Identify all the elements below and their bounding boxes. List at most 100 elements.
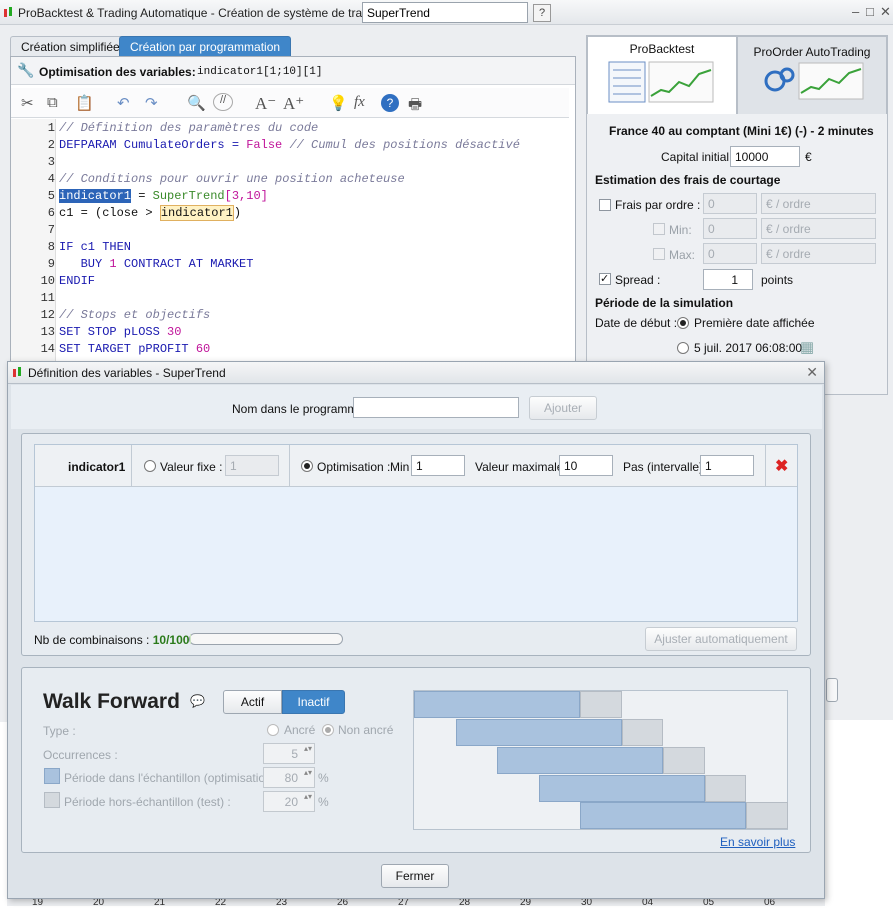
copy-icon[interactable]: ⧉ <box>47 94 58 111</box>
spread-checkbox[interactable]: ✓ <box>599 273 611 285</box>
radio-fixed-value[interactable] <box>144 460 156 472</box>
bulb-icon[interactable]: 💡 <box>329 94 348 112</box>
search-icon[interactable]: 🔍 <box>187 94 206 112</box>
line-number: 13 <box>40 325 55 339</box>
editor-toolbar: ✂ ⧉ 📋 ↶ ↷ 🔍 // A⁻ A⁺ 💡 fx ? 🖶 <box>11 88 569 118</box>
optimisation-value: indicator1[1;10][1] <box>197 66 323 78</box>
line-number: 5 <box>47 189 55 203</box>
walk-forward-on-button[interactable]: Actif <box>223 690 282 714</box>
tab-proorder-label: ProOrder AutoTrading <box>753 45 871 59</box>
learn-more-link[interactable]: En savoir plus <box>720 835 795 849</box>
chart-background <box>825 720 893 906</box>
fee-min-label: Min: <box>669 223 692 237</box>
fee-min-unit-select[interactable]: € / ordre <box>761 218 876 239</box>
add-button[interactable]: Ajouter <box>529 396 597 420</box>
redo-icon[interactable]: ↷ <box>145 94 158 112</box>
wf-out-sample-3 <box>663 747 705 774</box>
line-number: 1 <box>47 121 55 135</box>
in-sample-stepper[interactable]: 80 <box>263 767 315 788</box>
max-input[interactable]: 10 <box>559 455 613 476</box>
code-line-12[interactable]: // Stops et objectifs <box>59 308 210 322</box>
code-token: 60 <box>195 342 211 356</box>
occurrences-stepper[interactable]: 5 <box>263 743 315 764</box>
code-line-1[interactable]: // Définition des paramètres du code <box>59 121 318 135</box>
wf-out-sample-2 <box>622 719 663 746</box>
step-input[interactable]: 1 <box>700 455 754 476</box>
paste-icon[interactable]: 📋 <box>75 94 94 112</box>
fixed-value-input[interactable]: 1 <box>225 455 279 476</box>
spread-stepper[interactable]: 1 <box>703 269 753 290</box>
divider <box>289 445 290 487</box>
cut-icon[interactable]: ✂ <box>21 94 34 112</box>
radio-optimisation[interactable] <box>301 460 313 472</box>
fee-max-checkbox[interactable] <box>653 248 665 260</box>
hidden-button-edge[interactable] <box>826 678 838 702</box>
line-number: 6 <box>47 206 55 220</box>
tab-probacktest[interactable]: ProBacktest <box>587 36 737 114</box>
code-line-5[interactable]: indicator1 = SuperTrend[3,10] <box>59 189 268 203</box>
fee-order-input[interactable]: 0 <box>703 193 757 214</box>
spread-label: Spread : <box>615 273 661 287</box>
radio-custom-date[interactable] <box>677 342 689 354</box>
code-line-9[interactable]: BUY 1 CONTRACT AT MARKET <box>59 257 254 271</box>
combinations-text: Nb de combinaisons : <box>34 633 153 647</box>
print-icon[interactable]: 🖶 <box>408 94 422 119</box>
out-sample-stepper[interactable]: 20 <box>263 791 315 812</box>
minimize-icon[interactable]: – <box>852 4 859 19</box>
code-token: indicator1 <box>59 189 132 203</box>
tab-programming[interactable]: Création par programmation <box>119 36 292 56</box>
auto-adjust-button[interactable]: Ajuster automatiquement <box>645 627 797 651</box>
fee-order-label: Frais par ordre : <box>615 198 701 212</box>
fee-min-input[interactable]: 0 <box>703 218 757 239</box>
radio-not-anchored[interactable] <box>322 724 334 736</box>
in-sample-pct: % <box>318 771 329 785</box>
undo-icon[interactable]: ↶ <box>117 94 130 112</box>
info-bubble-icon[interactable]: 💬 <box>190 694 205 708</box>
min-input[interactable]: 1 <box>411 455 465 476</box>
wrench-icon[interactable]: 🔧 <box>17 62 34 79</box>
function-icon[interactable]: fx <box>354 94 365 111</box>
radio-anchored[interactable] <box>267 724 279 736</box>
code-token: ) <box>233 206 242 220</box>
name-input[interactable] <box>353 397 519 418</box>
step-label: Pas (intervalle) <box>623 460 704 474</box>
code-line-10[interactable]: ENDIF <box>59 274 95 288</box>
code-line-6[interactable]: c1 = (close > indicator1) <box>59 205 242 221</box>
calendar-icon[interactable]: ▦ <box>800 338 814 356</box>
fee-order-checkbox[interactable] <box>599 199 611 211</box>
code-line-14[interactable]: SET TARGET pPROFIT 60 <box>59 342 210 356</box>
fee-min-checkbox[interactable] <box>653 223 665 235</box>
font-decrease-icon[interactable]: A⁻ <box>255 94 276 114</box>
fixed-value-label: Valeur fixe : <box>160 460 223 474</box>
help-circle-icon[interactable]: ? <box>381 94 399 112</box>
fee-order-unit-select[interactable]: € / ordre <box>761 193 876 214</box>
code-token: SET STOP pLOSS <box>59 325 168 339</box>
code-line-13[interactable]: SET STOP pLOSS 30 <box>59 325 181 339</box>
walk-forward-off-button[interactable]: Inactif <box>282 690 345 714</box>
font-increase-icon[interactable]: A⁺ <box>283 94 304 114</box>
walk-forward-diagram <box>413 690 788 830</box>
radio-first-date[interactable] <box>677 317 689 329</box>
backtest-chart-icon <box>608 61 714 103</box>
tab-simplified[interactable]: Création simplifiée <box>10 36 131 56</box>
code-token: BUY <box>59 257 110 271</box>
help-icon[interactable]: ? <box>533 4 551 22</box>
code-line-2[interactable]: DEFPARAM CumulateOrders = False // Cumul… <box>59 138 520 152</box>
comment-icon[interactable]: // <box>213 93 233 111</box>
code-line-8[interactable]: IF c1 THEN <box>59 240 131 254</box>
close-button[interactable]: Fermer <box>381 864 449 888</box>
code-token: False <box>246 138 283 152</box>
fee-max-label: Max: <box>669 248 696 262</box>
fee-max-input[interactable]: 0 <box>703 243 757 264</box>
system-name-input[interactable] <box>362 2 528 23</box>
tab-proorder[interactable]: ProOrder AutoTrading <box>737 36 887 114</box>
fee-max-unit-select[interactable]: € / ordre <box>761 243 876 264</box>
delete-icon[interactable]: ✖ <box>775 456 788 476</box>
min-label: Min <box>390 460 410 474</box>
capital-input[interactable]: 10000 <box>730 146 800 167</box>
dialog-close-icon[interactable]: ✕ <box>806 364 818 381</box>
line-number: 8 <box>47 240 55 254</box>
close-icon[interactable]: ✕ <box>880 4 891 20</box>
maximize-icon[interactable]: □ <box>866 4 874 19</box>
code-line-4[interactable]: // Conditions pour ouvrir une position a… <box>59 172 405 186</box>
